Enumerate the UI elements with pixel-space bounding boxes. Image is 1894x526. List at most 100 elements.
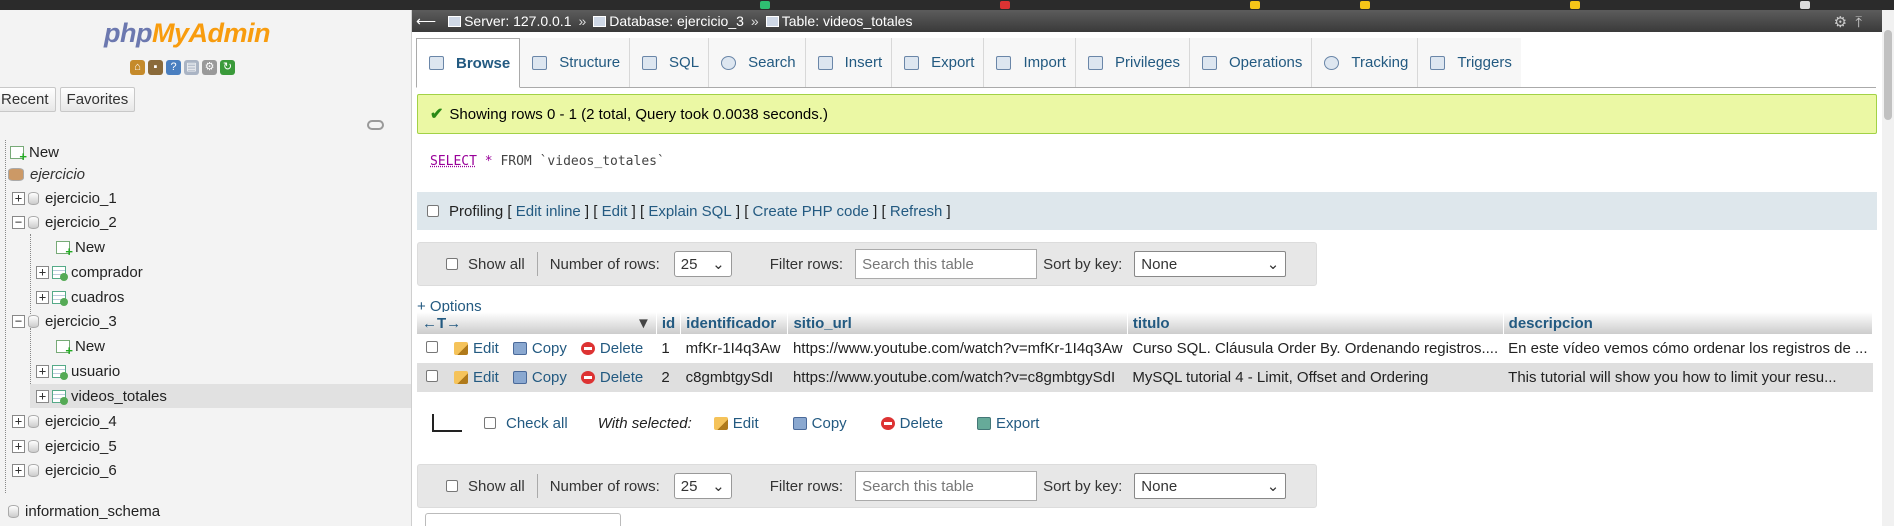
tree-item-ejercicio-1[interactable]: + ejercicio_1 (12, 186, 117, 210)
documentation-icon[interactable]: ▤ (184, 60, 199, 75)
tree-item-comprador[interactable]: + comprador (36, 260, 143, 284)
expand-icon[interactable]: + (36, 290, 49, 304)
collapse-icon[interactable]: − (12, 314, 25, 328)
bulk-export-button[interactable]: Export (977, 415, 1039, 432)
expand-icon[interactable]: + (36, 364, 49, 378)
collapse-icon[interactable]: − (12, 215, 25, 229)
cell-titulo[interactable]: MySQL tutorial 4 - Limit, Offset and Ord… (1127, 363, 1504, 392)
tab-search[interactable]: Search (709, 38, 806, 87)
cell-id[interactable]: 2 (656, 363, 681, 392)
favorites-tab[interactable]: Favorites (59, 87, 136, 112)
sql-query[interactable]: SELECT * FROM `videos_totales` (430, 154, 665, 169)
tree-item-ejercicio-2[interactable]: − ejercicio_2 (12, 210, 117, 234)
tab-sql[interactable]: SQL (630, 38, 710, 87)
column-header-titulo[interactable]: titulo (1127, 312, 1504, 334)
expand-icon[interactable]: + (36, 389, 49, 403)
breadcrumb-table[interactable]: Table: videos_totales (782, 13, 913, 29)
bulk-copy-button[interactable]: Copy (792, 415, 847, 432)
tree-item-videos-totales[interactable]: + videos_totales (30, 384, 411, 408)
tree-item-information-schema[interactable]: information_schema (8, 499, 160, 523)
tree-item-new-table[interactable]: New (56, 334, 105, 358)
column-header-descripcion[interactable]: descripcion (1503, 312, 1874, 334)
tab-triggers[interactable]: Triggers (1418, 38, 1521, 87)
bookmark-icon[interactable] (1250, 1, 1260, 9)
sort-by-key-select[interactable]: None ⌄ (1134, 473, 1287, 499)
filter-rows-input[interactable]: Search this table (855, 249, 1038, 279)
expand-icon[interactable]: + (12, 463, 25, 477)
number-of-rows-select[interactable]: 25 ⌄ (673, 473, 732, 499)
column-header-sitio-url[interactable]: sitio_url (787, 312, 1128, 334)
show-all-label[interactable]: Show all (468, 256, 525, 273)
sort-dropdown-icon[interactable]: ▼ (636, 315, 651, 332)
expand-icon[interactable]: + (36, 265, 49, 279)
cell-titulo[interactable]: Curso SQL. Cláusula Order By. Ordenando … (1127, 334, 1504, 363)
tab-browse[interactable]: Browse (416, 38, 521, 88)
scrollbar[interactable] (1882, 10, 1894, 526)
show-all-checkbox[interactable] (446, 480, 458, 492)
check-all-checkbox[interactable] (484, 417, 496, 429)
bulk-edit-button[interactable]: Edit (713, 415, 759, 432)
row-copy-link[interactable]: Copy (512, 340, 567, 357)
edit-inline-link[interactable]: Edit inline (516, 203, 581, 220)
row-copy-link[interactable]: Copy (512, 369, 567, 386)
bookmark-icon[interactable] (760, 1, 770, 9)
cell-identificador[interactable]: mfKr-1I4q3Aw (680, 334, 788, 363)
tab-import[interactable]: Import (984, 38, 1076, 87)
tree-item-new-table[interactable]: New (56, 235, 105, 259)
tab-export[interactable]: Export (892, 38, 985, 87)
tree-item-ejercicio-6[interactable]: + ejercicio_6 (12, 458, 117, 482)
create-php-code-link[interactable]: Create PHP code (753, 203, 869, 220)
cell-sitio-url[interactable]: https://www.youtube.com/watch?v=mfKr-1I4… (787, 334, 1128, 363)
breadcrumb-database[interactable]: Database: ejercicio_3 (609, 13, 744, 29)
link-with-main-panel-icon[interactable] (367, 120, 384, 130)
bookmark-icon[interactable] (1000, 1, 1010, 9)
logout-icon[interactable]: ▪ (148, 60, 163, 75)
column-header-identificador[interactable]: identificador (680, 312, 789, 334)
row-delete-link[interactable]: Delete (580, 340, 643, 357)
show-all-label[interactable]: Show all (468, 478, 525, 495)
gear-icon[interactable]: ⚙ (1834, 14, 1847, 31)
sort-by-key-select[interactable]: None ⌄ (1134, 251, 1287, 277)
recent-tab[interactable]: Recent (0, 87, 56, 112)
tree-item-new[interactable]: New (10, 140, 59, 164)
arrows-icon[interactable]: ←T→ (422, 315, 461, 332)
scrollbar-thumb[interactable] (1884, 30, 1892, 120)
number-of-rows-select[interactable]: 25 ⌄ (673, 251, 732, 277)
tab-tracking[interactable]: Tracking (1312, 38, 1419, 87)
cell-id[interactable]: 1 (656, 334, 681, 363)
tree-item-ejercicio-4[interactable]: + ejercicio_4 (12, 409, 117, 433)
row-delete-link[interactable]: Delete (580, 369, 643, 386)
tab-operations[interactable]: Operations (1190, 38, 1313, 87)
gear-icon[interactable]: ⚙ (202, 60, 217, 75)
tab-insert[interactable]: Insert (805, 38, 893, 87)
row-checkbox[interactable] (426, 341, 438, 353)
cell-descripcion[interactable]: En este vídeo vemos cómo ordenar los reg… (1503, 334, 1873, 363)
row-checkbox[interactable] (426, 370, 438, 382)
breadcrumb-server[interactable]: Server: 127.0.0.1 (464, 13, 571, 29)
cell-descripcion[interactable]: This tutorial will show you how to limit… (1503, 363, 1873, 392)
bookmark-icon[interactable] (1570, 1, 1580, 9)
check-all-label[interactable]: Check all (506, 415, 568, 432)
expand-icon[interactable]: + (12, 414, 25, 428)
expand-icon[interactable]: + (12, 191, 25, 205)
row-edit-link[interactable]: Edit (454, 340, 499, 357)
refresh-link[interactable]: Refresh (890, 203, 943, 220)
tree-item-ejercicio[interactable]: ejercicio (8, 162, 85, 186)
bookmark-icon[interactable] (1360, 1, 1370, 9)
tree-item-ejercicio-3[interactable]: − ejercicio_3 (12, 309, 117, 333)
tab-structure[interactable]: Structure (520, 38, 631, 87)
phpmyadmin-logo[interactable]: phpMyAdmin (104, 18, 270, 49)
bookmark-icon[interactable] (1800, 1, 1810, 9)
expand-icon[interactable]: + (12, 439, 25, 453)
tab-privileges[interactable]: Privileges (1075, 38, 1191, 87)
bulk-delete-button[interactable]: Delete (880, 415, 943, 432)
help-icon[interactable]: ? (166, 60, 181, 75)
tree-item-usuario[interactable]: + usuario (36, 359, 120, 383)
column-arrows-header[interactable]: ←T→ ▼ (417, 312, 657, 334)
filter-rows-input[interactable]: Search this table (855, 471, 1038, 501)
home-icon[interactable]: ⌂ (130, 60, 145, 75)
back-arrow-icon[interactable]: ⟵ (416, 13, 436, 30)
collapse-top-icon[interactable]: ⤒ (1855, 14, 1862, 31)
explain-sql-link[interactable]: Explain SQL (648, 203, 731, 220)
edit-link[interactable]: Edit (602, 203, 628, 220)
